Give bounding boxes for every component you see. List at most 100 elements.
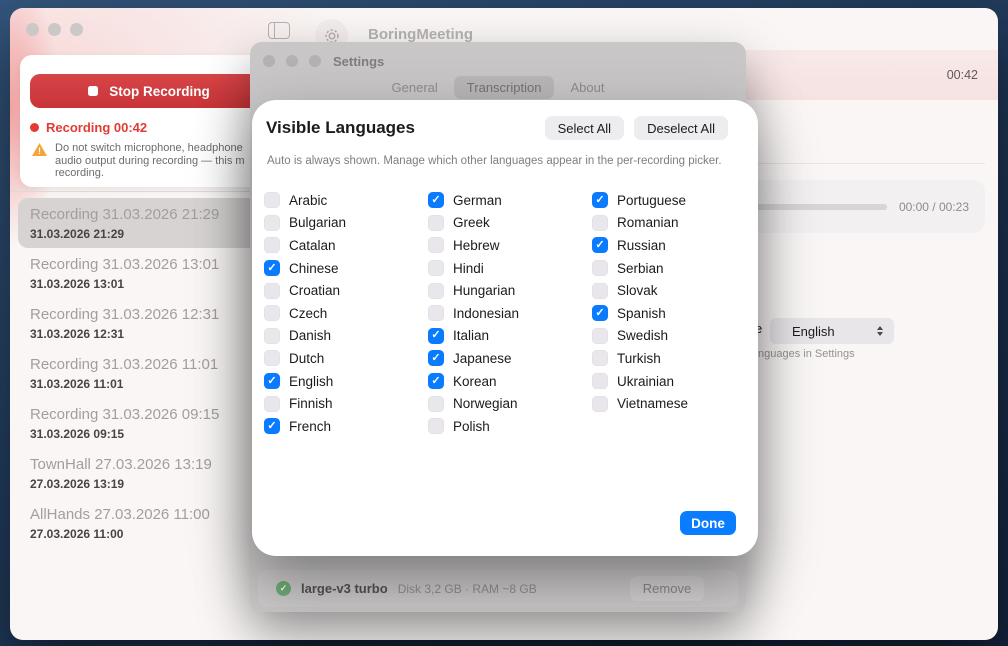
zoom-window-icon[interactable] [70, 23, 83, 36]
recording-list-item[interactable]: Recording 31.03.2026 09:15 31.03.2026 09… [18, 398, 282, 448]
language-checkbox[interactable] [428, 283, 444, 299]
language-option[interactable]: Swedish [592, 328, 756, 344]
language-option[interactable]: Ukrainian [592, 373, 756, 389]
settings-tab[interactable]: General [379, 76, 451, 99]
language-checkbox[interactable] [428, 396, 444, 412]
language-checkbox[interactable] [264, 260, 280, 276]
language-option[interactable]: Czech [264, 305, 428, 321]
recorder-card: Stop Recording Recording 00:42 Do not sw… [20, 55, 282, 187]
recording-date: 31.03.2026 13:01 [30, 277, 272, 291]
language-checkbox[interactable] [264, 328, 280, 344]
recording-date: 27.03.2026 13:19 [30, 477, 272, 491]
recording-list-item[interactable]: Recording 31.03.2026 12:31 31.03.2026 12… [18, 298, 282, 348]
language-option[interactable]: Romanian [592, 215, 756, 231]
language-option[interactable]: German [428, 192, 592, 208]
language-checkbox[interactable] [428, 328, 444, 344]
language-option[interactable]: Vietnamese [592, 396, 756, 412]
language-option[interactable]: Catalan [264, 237, 428, 253]
language-checkbox[interactable] [264, 283, 280, 299]
remove-model-button[interactable]: Remove [630, 576, 704, 601]
close-window-icon[interactable] [26, 23, 39, 36]
settings-tab[interactable]: Transcription [454, 76, 555, 99]
language-option[interactable]: French [264, 418, 428, 434]
settings-tab[interactable]: About [557, 76, 617, 99]
language-checkbox[interactable] [428, 192, 444, 208]
language-checkbox[interactable] [592, 305, 608, 321]
language-option[interactable]: Hebrew [428, 237, 592, 253]
language-label: Arabic [289, 193, 327, 208]
language-option[interactable]: Dutch [264, 350, 428, 366]
language-checkbox[interactable] [264, 215, 280, 231]
language-checkbox[interactable] [592, 215, 608, 231]
language-option[interactable]: Korean [428, 373, 592, 389]
recording-list-item[interactable]: Recording 31.03.2026 13:01 31.03.2026 13… [18, 248, 282, 298]
deselect-all-button[interactable]: Deselect All [634, 116, 728, 140]
language-option[interactable]: Italian [428, 328, 592, 344]
language-option[interactable]: Finnish [264, 396, 428, 412]
language-checkbox[interactable] [428, 215, 444, 231]
language-label: Korean [453, 374, 497, 389]
language-checkbox[interactable] [592, 192, 608, 208]
language-option[interactable]: Russian [592, 237, 756, 253]
language-option[interactable]: Bulgarian [264, 215, 428, 231]
language-checkbox[interactable] [428, 260, 444, 276]
language-option[interactable]: Norwegian [428, 396, 592, 412]
language-option[interactable]: Portuguese [592, 192, 756, 208]
language-checkbox[interactable] [592, 283, 608, 299]
stop-recording-button[interactable]: Stop Recording [30, 74, 268, 108]
language-label: Danish [289, 328, 331, 343]
language-checkbox[interactable] [264, 350, 280, 366]
language-option[interactable]: Indonesian [428, 305, 592, 321]
recording-title: Recording 31.03.2026 13:01 [30, 256, 272, 273]
language-option[interactable]: Japanese [428, 350, 592, 366]
language-option[interactable]: Polish [428, 418, 592, 434]
language-option[interactable]: Slovak [592, 283, 756, 299]
language-option[interactable]: Hungarian [428, 283, 592, 299]
language-checkbox[interactable] [428, 350, 444, 366]
language-checkbox[interactable] [264, 237, 280, 253]
language-checkbox[interactable] [264, 373, 280, 389]
language-checkbox[interactable] [264, 396, 280, 412]
manage-languages-caption: nguages in Settings [758, 348, 855, 360]
recording-list-item[interactable]: Recording 31.03.2026 21:29 31.03.2026 21… [18, 198, 282, 248]
language-checkbox[interactable] [264, 305, 280, 321]
language-option[interactable]: Hindi [428, 260, 592, 276]
select-all-button[interactable]: Select All [545, 116, 624, 140]
language-option[interactable]: Serbian [592, 260, 756, 276]
language-checkbox[interactable] [264, 418, 280, 434]
recording-list-item[interactable]: Recording 31.03.2026 11:01 31.03.2026 11… [18, 348, 282, 398]
language-option[interactable]: Croatian [264, 283, 428, 299]
language-option[interactable]: Turkish [592, 350, 756, 366]
language-checkbox[interactable] [428, 237, 444, 253]
playback-time: 00:00 / 00:23 [899, 200, 969, 214]
language-checkbox[interactable] [592, 260, 608, 276]
language-checkbox[interactable] [428, 373, 444, 389]
language-option[interactable]: Danish [264, 328, 428, 344]
language-option[interactable]: English [264, 373, 428, 389]
language-checkbox[interactable] [428, 305, 444, 321]
language-option[interactable]: Greek [428, 215, 592, 231]
language-option[interactable]: Chinese [264, 260, 428, 276]
stop-icon [88, 86, 98, 96]
language-checkbox[interactable] [264, 192, 280, 208]
language-checkbox[interactable] [428, 418, 444, 434]
language-checkbox[interactable] [592, 350, 608, 366]
recording-list-item[interactable]: TownHall 27.03.2026 13:19 27.03.2026 13:… [18, 448, 282, 498]
close-window-icon[interactable] [263, 55, 275, 67]
language-option[interactable]: Arabic [264, 192, 428, 208]
minimize-window-icon[interactable] [48, 23, 61, 36]
toggle-sidebar-icon[interactable] [268, 22, 290, 39]
language-checkbox[interactable] [592, 373, 608, 389]
zoom-window-icon[interactable] [309, 55, 321, 67]
language-checkbox[interactable] [592, 396, 608, 412]
model-details: Disk 3,2 GB · RAM ~8 GB [398, 582, 620, 596]
language-option[interactable]: Spanish [592, 305, 756, 321]
language-checkbox[interactable] [592, 328, 608, 344]
minimize-window-icon[interactable] [286, 55, 298, 67]
language-checkbox[interactable] [592, 237, 608, 253]
language-dropdown[interactable]: English [770, 318, 894, 344]
recording-list-item[interactable]: AllHands 27.03.2026 11:00 27.03.2026 11:… [18, 498, 282, 548]
language-label: Serbian [617, 261, 664, 276]
done-button[interactable]: Done [680, 511, 736, 535]
language-label: Portuguese [617, 193, 686, 208]
